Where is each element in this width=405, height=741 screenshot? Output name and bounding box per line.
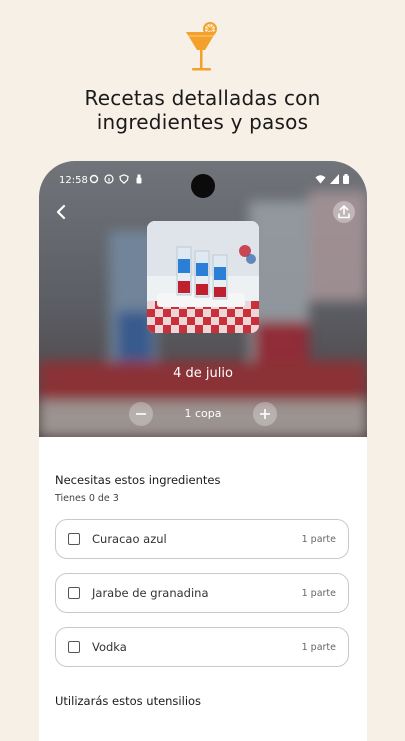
status-system-icons [315,174,349,184]
headline: Recetas detalladas con ingredientes y pa… [0,86,405,134]
status-notification-icons [89,174,144,184]
cocktail-logo-icon [186,22,217,71]
bottle-status-icon [136,174,142,184]
ingredient-checkbox[interactable] [68,587,80,599]
ingredients-progress: Tienes 0 de 3 [55,493,119,504]
shield-status-icon [119,174,129,184]
minus-icon [136,413,146,415]
ingredient-row[interactable]: Vodka 1 parte [55,627,349,667]
headline-line-1: Recetas detalladas con [84,86,321,110]
ingredient-amount: 1 parte [301,642,336,653]
ingredient-checkbox[interactable] [68,641,80,653]
utensils-heading: Utilizarás estos utensilios [55,694,202,708]
share-button[interactable] [333,201,355,223]
serving-count: 1 copa [184,407,222,420]
ingredient-name: Curacao azul [92,532,167,546]
status-time: 12:58 [59,175,88,186]
recipe-hero: 12:58 4 de julio 1 copa [39,161,367,437]
back-arrow-icon[interactable] [53,203,71,221]
decrease-serving-button[interactable] [129,402,153,426]
ingredients-heading: Necesitas estos ingredientes [55,473,221,487]
ingredient-amount: 1 parte [301,588,336,599]
recipe-title: 4 de julio [173,366,233,381]
battery-icon [343,174,349,184]
increase-serving-button[interactable] [253,402,277,426]
ingredient-amount: 1 parte [301,534,336,545]
ingredient-row[interactable]: Curacao azul 1 parte [55,519,349,559]
headline-line-2: ingredientes y pasos [96,110,309,134]
ingredient-name: Vodka [92,640,127,654]
signal-icon [330,174,339,184]
wifi-icon [315,175,326,184]
phone-frame: 12:58 4 de julio 1 copa Necesitas estos … [39,161,367,741]
ingredient-name: Jarabe de granadina [92,586,209,600]
ingredient-row[interactable]: Jarabe de granadina 1 parte [55,573,349,613]
camera-cutout [191,174,215,198]
ingredient-checkbox[interactable] [68,533,80,545]
share-upload-icon [338,205,350,219]
recipe-photo-image [147,221,259,333]
plus-icon [260,409,270,419]
settings-status-icon [89,174,99,184]
info-status-icon [104,174,114,184]
recipe-photo [147,221,259,333]
